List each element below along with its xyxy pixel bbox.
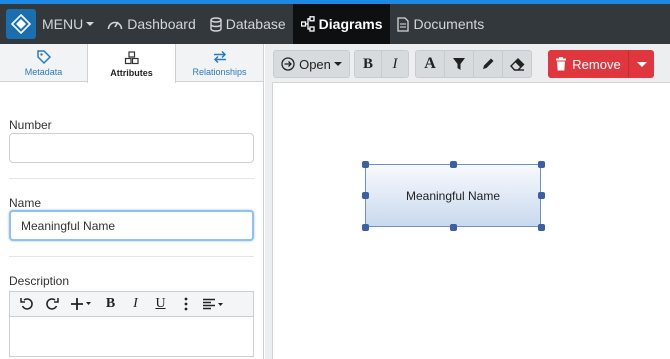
open-button[interactable]: Open — [273, 50, 350, 78]
menu-label: MENU — [42, 16, 84, 32]
redo-icon[interactable] — [39, 292, 64, 316]
filter-icon[interactable] — [444, 50, 474, 78]
nav-item-label: Dashboard — [127, 16, 196, 32]
remove-label: Remove — [572, 56, 621, 72]
properties-panel: Metadata Attributes Relationships Number… — [0, 44, 264, 359]
exchange-icon — [212, 49, 228, 65]
resize-handle[interactable] — [362, 161, 369, 168]
node-label: Meaningful Name — [405, 188, 501, 203]
diamond-logo-icon — [11, 14, 31, 34]
chevron-down-icon — [333, 62, 342, 66]
nav-item-database[interactable]: Database — [203, 4, 293, 44]
nav-item-diagrams[interactable]: Diagrams — [292, 4, 391, 44]
tab-metadata[interactable]: Metadata — [0, 44, 87, 81]
arrow-circle-right-icon — [281, 57, 295, 71]
tab-attributes[interactable]: Attributes — [87, 44, 176, 83]
format-group: A — [415, 50, 532, 78]
italic-icon[interactable]: I — [123, 292, 148, 316]
remove-dropdown-button[interactable] — [628, 50, 654, 78]
document-icon — [397, 16, 410, 32]
font-icon[interactable]: A — [415, 50, 445, 78]
tab-relationships[interactable]: Relationships — [176, 44, 263, 81]
tag-icon — [36, 49, 52, 65]
diagram-toolbar: Open B I A Remove — [265, 44, 670, 82]
menu-button[interactable]: MENU — [36, 4, 100, 44]
number-input[interactable] — [9, 133, 254, 163]
nav-item-label: Database — [225, 16, 286, 32]
database-icon — [210, 16, 222, 32]
align-icon[interactable] — [198, 292, 228, 316]
more-vertical-icon[interactable] — [173, 292, 198, 316]
resize-handle[interactable] — [538, 161, 545, 168]
tab-label: Attributes — [110, 67, 153, 78]
name-input[interactable]: Meaningful Name — [9, 210, 254, 241]
resize-handle[interactable] — [450, 224, 457, 231]
chevron-down-icon — [636, 61, 647, 67]
tab-label: Relationships — [192, 66, 247, 77]
resize-handle[interactable] — [538, 192, 545, 199]
diagram-icon — [300, 16, 315, 32]
diagram-node[interactable]: Meaningful Name — [365, 164, 541, 227]
eraser-icon[interactable] — [502, 50, 532, 78]
nav-item-label: Diagrams — [318, 16, 383, 32]
undo-icon[interactable] — [14, 292, 39, 316]
resize-handle[interactable] — [450, 161, 457, 168]
panel-tabs: Metadata Attributes Relationships — [0, 44, 263, 83]
description-field-label: Description — [9, 274, 70, 288]
bold-icon[interactable]: B — [98, 292, 123, 316]
remove-button[interactable]: Remove — [548, 50, 628, 78]
dashboard-icon — [107, 17, 123, 31]
open-label: Open — [299, 56, 331, 72]
resize-handle[interactable] — [362, 224, 369, 231]
number-field-label: Number — [9, 118, 52, 132]
diagram-area: Open B I A Remove Meaningful Name — [265, 44, 670, 359]
cubes-icon — [124, 50, 140, 66]
trash-icon — [555, 57, 567, 71]
nav-item-dashboard[interactable]: Dashboard — [100, 4, 203, 44]
description-editor[interactable] — [9, 317, 254, 357]
diagram-canvas[interactable]: Meaningful Name — [272, 82, 670, 359]
rich-text-toolbar: B I U — [9, 291, 254, 317]
bold-icon[interactable]: B — [354, 50, 382, 78]
chevron-down-icon — [86, 22, 95, 26]
top-navbar: MENU Dashboard Database Diagrams Documen… — [0, 4, 670, 44]
text-style-group: B I — [354, 50, 409, 78]
resize-handle[interactable] — [538, 224, 545, 231]
nav-item-label: Documents — [413, 16, 485, 32]
divider — [9, 256, 254, 257]
nav-item-documents[interactable]: Documents — [390, 4, 491, 44]
pencil-icon[interactable] — [473, 50, 503, 78]
italic-icon[interactable]: I — [381, 50, 409, 78]
divider — [9, 178, 254, 179]
app-logo[interactable] — [6, 9, 36, 39]
resize-handle[interactable] — [362, 192, 369, 199]
tab-label: Metadata — [24, 66, 63, 77]
insert-plus-icon[interactable] — [64, 292, 98, 316]
underline-icon[interactable]: U — [148, 292, 173, 316]
